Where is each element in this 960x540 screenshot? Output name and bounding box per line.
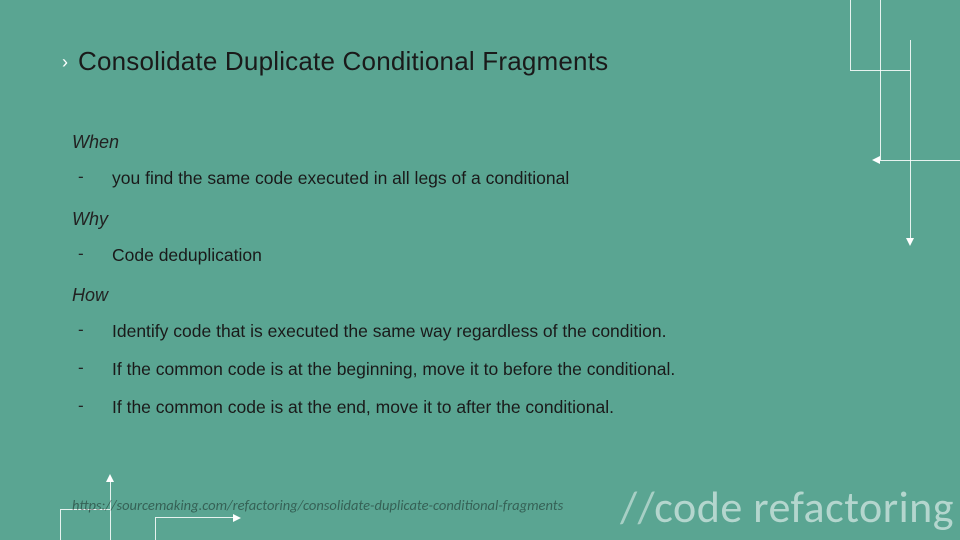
section-how-label: How: [72, 285, 900, 306]
list-item-text: you find the same code executed in all l…: [112, 167, 569, 191]
section-why-label: Why: [72, 209, 900, 230]
list-item: - If the common code is at the end, move…: [72, 396, 900, 420]
watermark: //code refactoring: [620, 480, 954, 534]
footer-url: https://sourcemaking.com/refactoring/con…: [72, 496, 563, 514]
list-item: - Code deduplication: [72, 244, 900, 268]
deco-line: [910, 40, 911, 240]
list-item: - Identify code that is executed the sam…: [72, 320, 900, 344]
arrow-down-icon: [906, 238, 914, 246]
list-item-text: If the common code is at the beginning, …: [112, 358, 675, 382]
dash-icon: -: [78, 244, 88, 268]
slide: › Consolidate Duplicate Conditional Frag…: [0, 0, 960, 540]
slide-title: Consolidate Duplicate Conditional Fragme…: [78, 46, 608, 77]
dash-icon: -: [78, 358, 88, 382]
arrow-up-icon: [106, 474, 114, 482]
list-item-text: Code deduplication: [112, 244, 262, 268]
dash-icon: -: [78, 320, 88, 344]
slide-content: When - you find the same code executed i…: [72, 132, 900, 433]
section-when-label: When: [72, 132, 900, 153]
deco-line: [155, 517, 235, 518]
arrow-right-icon: [233, 514, 241, 522]
list-item-text: Identify code that is executed the same …: [112, 320, 667, 344]
watermark-slashes: //: [620, 480, 654, 534]
title-bullet-icon: ›: [62, 53, 68, 71]
deco-line: [60, 510, 61, 540]
deco-line: [155, 518, 156, 540]
dash-icon: -: [78, 167, 88, 191]
slide-title-row: › Consolidate Duplicate Conditional Frag…: [62, 46, 608, 77]
dash-icon: -: [78, 396, 88, 420]
deco-line: [850, 0, 851, 70]
watermark-word2: refactoring: [753, 480, 954, 534]
list-item-text: If the common code is at the end, move i…: [112, 396, 614, 420]
watermark-word1: code: [654, 480, 742, 534]
list-item: - you find the same code executed in all…: [72, 167, 900, 191]
list-item: - If the common code is at the beginning…: [72, 358, 900, 382]
